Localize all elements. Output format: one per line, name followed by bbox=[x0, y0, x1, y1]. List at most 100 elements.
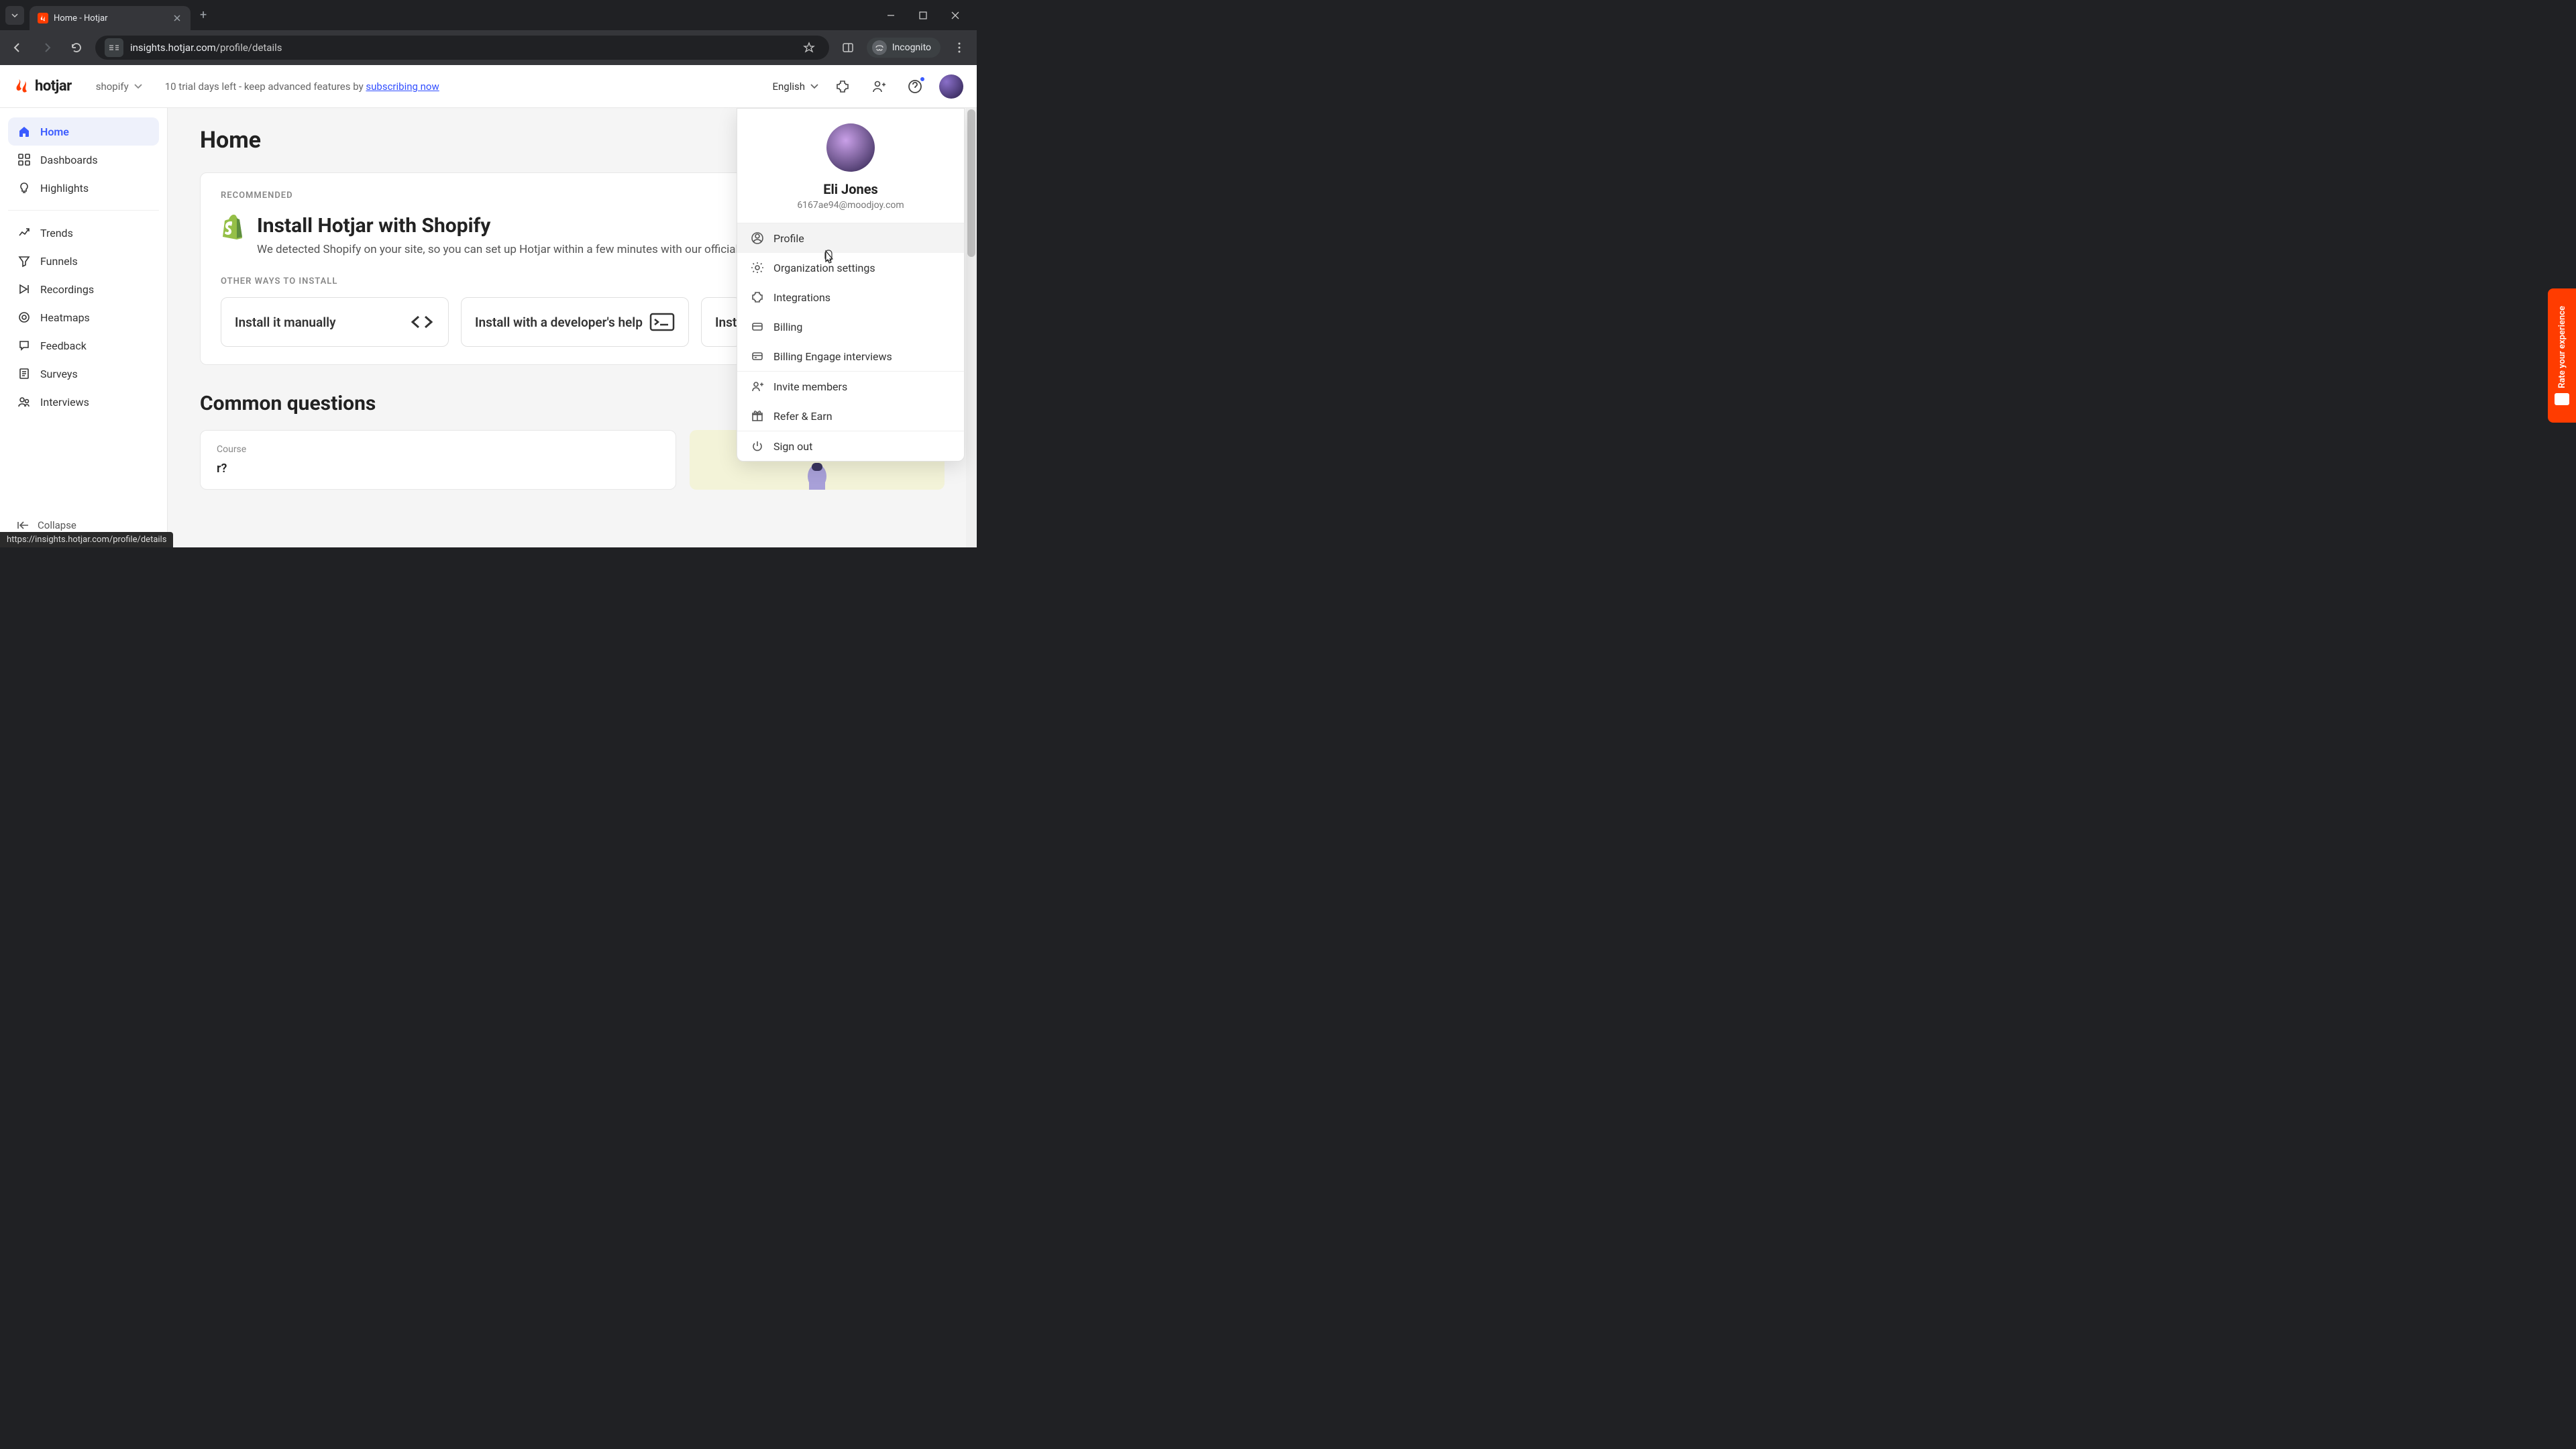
sidebar: Home Dashboards Highlights Trends Funnel… bbox=[0, 108, 168, 547]
new-tab-button[interactable]: + bbox=[200, 8, 207, 22]
sidebar-separator bbox=[8, 210, 159, 211]
collapse-icon bbox=[17, 521, 30, 530]
menu-item-label: Refer & Earn bbox=[773, 410, 833, 423]
install-manually-button[interactable]: Install it manually bbox=[221, 297, 449, 347]
side-panel-icon[interactable] bbox=[837, 37, 859, 58]
funnels-icon bbox=[17, 254, 31, 268]
close-window-icon[interactable] bbox=[947, 7, 963, 23]
sidebar-item-home[interactable]: Home bbox=[8, 117, 159, 146]
trial-banner: 10 trial days left - keep advanced featu… bbox=[165, 80, 439, 93]
main-content: Home RECOMMENDED Install Hotjar with Sho… bbox=[168, 108, 977, 547]
install-description: We detected Shopify on your site, so you… bbox=[257, 243, 748, 256]
integrations-icon[interactable] bbox=[830, 74, 855, 99]
install-option-3-button[interactable]: Inst bbox=[701, 297, 741, 347]
bookmark-icon[interactable] bbox=[798, 37, 820, 58]
maximize-icon[interactable] bbox=[915, 7, 931, 23]
menu-item-label: Billing bbox=[773, 321, 802, 333]
sidebar-item-label: Trends bbox=[40, 227, 73, 239]
incognito-badge[interactable]: Incognito bbox=[867, 38, 941, 58]
sidebar-item-label: Recordings bbox=[40, 283, 94, 296]
chevron-down-icon bbox=[810, 84, 818, 89]
scrollbar[interactable] bbox=[966, 108, 977, 547]
reload-button[interactable] bbox=[66, 37, 87, 58]
status-bar: https://insights.hotjar.com/profile/deta… bbox=[0, 532, 173, 547]
address-bar[interactable]: insights.hotjar.com/profile/details bbox=[95, 36, 829, 60]
sidebar-item-label: Surveys bbox=[40, 368, 78, 380]
chat-icon bbox=[2555, 393, 2569, 405]
menu-profile[interactable]: Profile bbox=[737, 223, 964, 253]
power-icon bbox=[751, 439, 764, 453]
course-tag: Course bbox=[217, 444, 659, 455]
subscribe-link[interactable]: subscribing now bbox=[366, 80, 439, 93]
menu-billing-engage[interactable]: Billing Engage interviews bbox=[737, 341, 964, 371]
course-card[interactable]: Course r? bbox=[200, 430, 676, 490]
logo-text: hotjar bbox=[35, 78, 72, 95]
dashboards-icon bbox=[17, 153, 31, 166]
invite-icon[interactable] bbox=[867, 74, 891, 99]
notification-dot-icon bbox=[919, 76, 926, 83]
sidebar-item-feedback[interactable]: Feedback bbox=[8, 331, 159, 360]
back-button[interactable] bbox=[7, 37, 28, 58]
billing-icon bbox=[751, 320, 764, 333]
menu-user-name: Eli Jones bbox=[751, 181, 951, 197]
install-opt-label: Inst bbox=[715, 315, 737, 330]
sidebar-item-trends[interactable]: Trends bbox=[8, 219, 159, 247]
menu-org-settings[interactable]: Organization settings bbox=[737, 253, 964, 282]
incognito-icon bbox=[872, 40, 887, 55]
sidebar-item-interviews[interactable]: Interviews bbox=[8, 388, 159, 416]
chevron-down-icon bbox=[134, 84, 142, 89]
site-info-icon[interactable] bbox=[105, 38, 123, 57]
course-question: r? bbox=[217, 462, 659, 476]
feedback-icon bbox=[17, 339, 31, 352]
invite-members-icon bbox=[751, 380, 764, 393]
terminal-icon bbox=[649, 313, 675, 331]
sidebar-item-label: Home bbox=[40, 125, 69, 138]
language-switcher[interactable]: English bbox=[772, 80, 818, 93]
puzzle-icon bbox=[751, 290, 764, 304]
menu-invite[interactable]: Invite members bbox=[737, 372, 964, 401]
sidebar-item-highlights[interactable]: Highlights bbox=[8, 174, 159, 202]
profile-icon bbox=[751, 231, 764, 245]
interviews-icon bbox=[17, 395, 31, 409]
menu-billing[interactable]: Billing bbox=[737, 312, 964, 341]
menu-user-email: 6167ae94@moodjoy.com bbox=[751, 200, 951, 211]
heatmaps-icon bbox=[17, 311, 31, 324]
incognito-label: Incognito bbox=[892, 42, 931, 53]
hotjar-logo-icon bbox=[13, 78, 31, 95]
shopify-icon bbox=[221, 214, 244, 239]
tab-search-dropdown[interactable] bbox=[5, 6, 24, 25]
menu-refer[interactable]: Refer & Earn bbox=[737, 401, 964, 431]
sidebar-item-label: Feedback bbox=[40, 339, 87, 352]
forward-button[interactable] bbox=[36, 37, 58, 58]
menu-avatar bbox=[826, 123, 875, 172]
minimize-icon[interactable] bbox=[883, 7, 899, 23]
menu-signout[interactable]: Sign out bbox=[737, 431, 964, 461]
sidebar-item-funnels[interactable]: Funnels bbox=[8, 247, 159, 275]
browser-toolbar: insights.hotjar.com/profile/details Inco… bbox=[0, 30, 977, 65]
menu-integrations[interactable]: Integrations bbox=[737, 282, 964, 312]
feedback-tab[interactable]: Rate your experience bbox=[2548, 288, 2576, 423]
install-developer-button[interactable]: Install with a developer's help bbox=[461, 297, 689, 347]
hotjar-logo[interactable]: hotjar bbox=[13, 78, 72, 95]
sidebar-item-label: Interviews bbox=[40, 396, 89, 409]
sidebar-item-surveys[interactable]: Surveys bbox=[8, 360, 159, 388]
sidebar-item-label: Dashboards bbox=[40, 154, 98, 166]
menu-item-label: Invite members bbox=[773, 380, 847, 393]
sidebar-item-dashboards[interactable]: Dashboards bbox=[8, 146, 159, 174]
billing-engage-icon bbox=[751, 350, 764, 363]
home-icon bbox=[17, 125, 31, 138]
surveys-icon bbox=[17, 367, 31, 380]
browser-tab[interactable]: Home - Hotjar bbox=[30, 6, 191, 30]
close-icon[interactable] bbox=[172, 13, 182, 23]
language-label: English bbox=[772, 80, 805, 93]
gear-icon bbox=[751, 261, 764, 274]
recordings-icon bbox=[17, 282, 31, 296]
user-avatar[interactable] bbox=[939, 74, 963, 99]
browser-menu-icon[interactable] bbox=[949, 37, 970, 58]
org-switcher[interactable]: shopify bbox=[96, 80, 142, 93]
help-icon[interactable] bbox=[903, 74, 927, 99]
trends-icon bbox=[17, 226, 31, 239]
menu-item-label: Organization settings bbox=[773, 262, 875, 274]
sidebar-item-heatmaps[interactable]: Heatmaps bbox=[8, 303, 159, 331]
sidebar-item-recordings[interactable]: Recordings bbox=[8, 275, 159, 303]
